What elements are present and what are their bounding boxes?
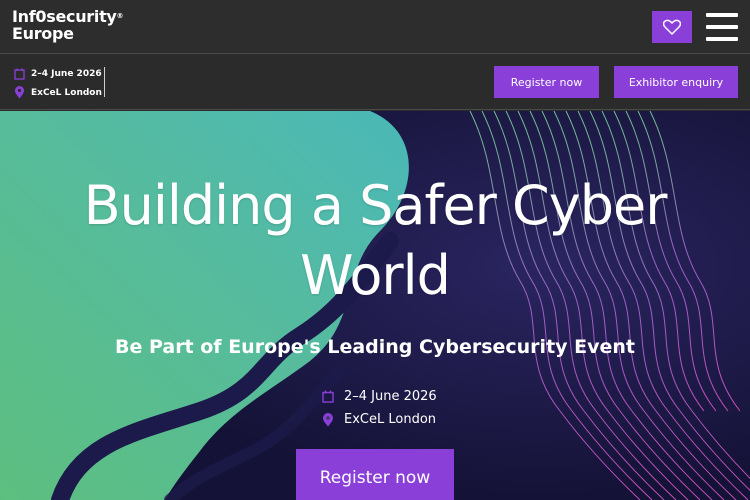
exhibitor-enquiry-button[interactable]: Exhibitor enquiry bbox=[614, 66, 738, 98]
hero-register-now-button[interactable]: Register now bbox=[296, 449, 454, 500]
hero-title-line2: World bbox=[300, 244, 451, 307]
event-info: 2–4 June 2026 ExCeL London bbox=[14, 64, 102, 102]
logo-trademark: ® bbox=[116, 12, 124, 20]
hero-event-date: 2–4 June 2026 bbox=[344, 389, 437, 404]
divider bbox=[104, 67, 105, 97]
calendar-icon bbox=[14, 68, 25, 80]
hero-subtitle: Be Part of Europe's Leading Cybersecurit… bbox=[114, 336, 636, 358]
event-date: 2–4 June 2026 bbox=[31, 68, 102, 79]
calendar-icon bbox=[322, 390, 334, 403]
location-pin-icon bbox=[323, 412, 333, 426]
event-info-bar: 2–4 June 2026 ExCeL London Register now … bbox=[0, 55, 750, 110]
infosecurity-europe-logo[interactable]: Inf0security® Europe bbox=[12, 8, 124, 43]
favourites-button[interactable] bbox=[652, 11, 692, 43]
hero-title-line1: Building a Safer Cyber bbox=[83, 174, 668, 237]
hero-title: Building a Safer Cyber World bbox=[0, 171, 750, 311]
hero-banner: Building a Safer Cyber World Be Part of … bbox=[0, 111, 750, 500]
logo-text-line2: Europe bbox=[12, 24, 74, 43]
hero-event-venue: ExCeL London bbox=[344, 412, 437, 427]
hero-event-info: 2–4 June 2026 ExCeL London bbox=[322, 385, 437, 431]
hamburger-menu-icon[interactable] bbox=[706, 13, 738, 41]
event-venue: ExCeL London bbox=[31, 87, 102, 98]
heart-icon bbox=[663, 19, 681, 35]
register-now-button[interactable]: Register now bbox=[494, 66, 599, 98]
top-navigation-bar: Inf0security® Europe bbox=[0, 0, 750, 54]
location-pin-icon bbox=[15, 86, 24, 99]
